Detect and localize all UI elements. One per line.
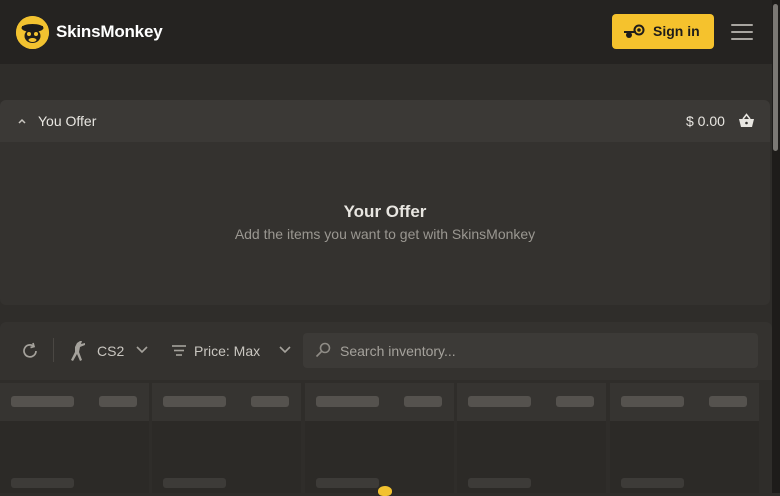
sign-in-label: Sign in [653, 23, 700, 39]
empty-offer-title: Your Offer [343, 202, 427, 221]
brand-name[interactable]: SkinsMonkey [56, 22, 163, 42]
filter-sort-icon[interactable] [172, 345, 186, 356]
steam-icon [624, 24, 645, 38]
loading-monkey-icon [378, 486, 392, 496]
item-card-skeleton[interactable] [457, 383, 606, 493]
search-icon [315, 342, 331, 358]
search-input[interactable] [303, 333, 758, 368]
chevron-up-icon[interactable] [16, 115, 28, 127]
item-card-skeleton[interactable] [610, 383, 759, 493]
monkey-logo-icon[interactable] [16, 16, 49, 49]
game-select-label[interactable]: CS2 [97, 343, 124, 359]
empty-offer-subtitle: Add the items you want to get with Skins… [234, 226, 536, 242]
toolbar-divider [53, 338, 54, 362]
offer-amount: $ 0.00 [686, 113, 725, 129]
item-card-skeleton[interactable] [0, 383, 149, 493]
cs2-soldier-icon[interactable] [68, 340, 88, 362]
basket-icon[interactable] [738, 113, 755, 129]
top-header: SkinsMonkey Sign in [0, 0, 772, 64]
hamburger-menu-icon[interactable] [731, 23, 753, 41]
item-card-skeleton[interactable] [152, 383, 301, 493]
scrollbar-thumb[interactable] [773, 4, 778, 151]
price-filter-label[interactable]: Price: Max [194, 343, 260, 359]
offer-title: You Offer [38, 113, 97, 129]
sign-in-button[interactable]: Sign in [612, 14, 714, 49]
item-card-skeleton[interactable] [305, 383, 454, 493]
offer-header[interactable]: You Offer $ 0.00 [0, 100, 770, 142]
inventory-grid [0, 383, 772, 493]
chevron-down-icon[interactable] [279, 346, 291, 354]
refresh-icon[interactable] [21, 342, 39, 360]
chevron-down-icon[interactable] [136, 346, 148, 354]
